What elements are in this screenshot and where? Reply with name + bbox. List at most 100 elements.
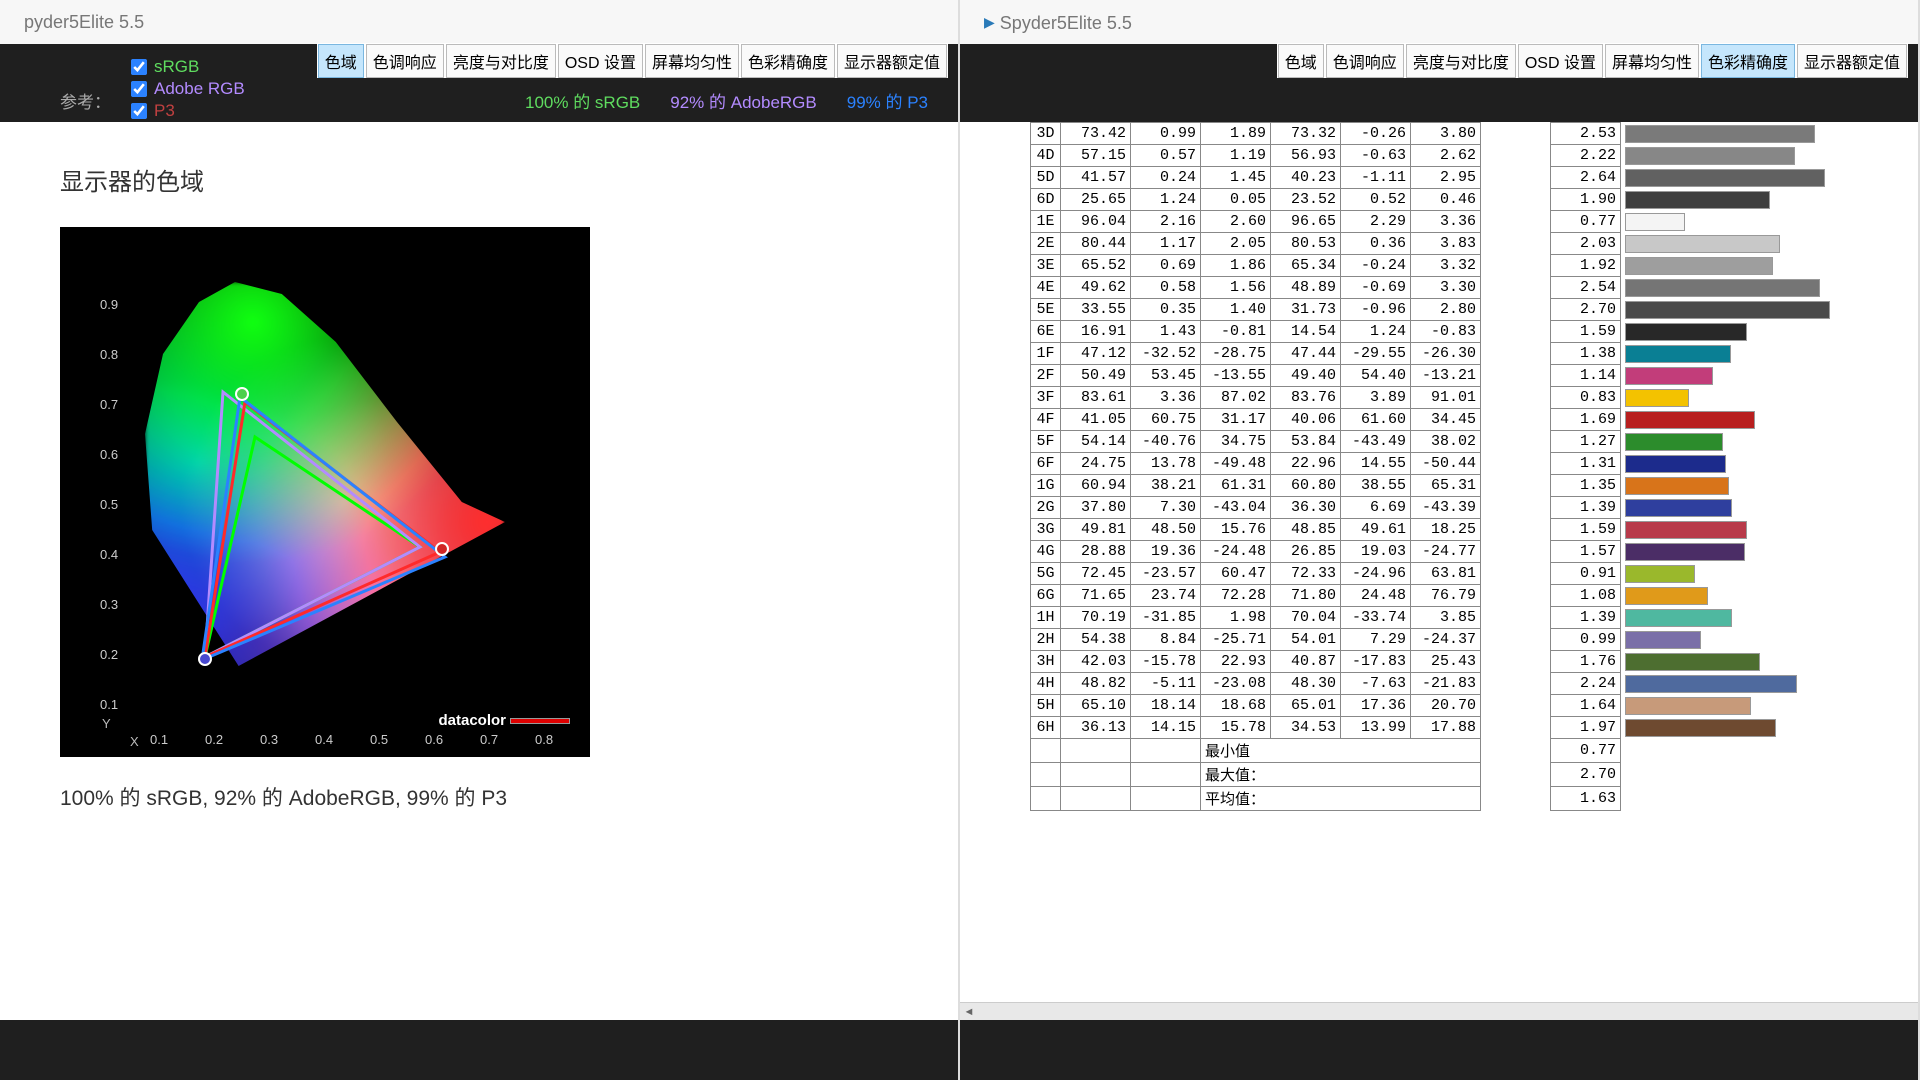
- ytick: 0.6: [100, 447, 118, 462]
- ytick: 0.7: [100, 397, 118, 412]
- coverage-g: 100% 的 sRGB: [525, 88, 640, 113]
- color-swatch: [1625, 543, 1745, 561]
- ytick: 0.4: [100, 547, 118, 562]
- ytick: 0.9: [100, 297, 118, 312]
- color-swatch: [1625, 367, 1713, 385]
- table-row: 2F 50.49 53.45-13.55 49.40 54.40-13.21 1…: [1031, 365, 1881, 387]
- tab-亮度与对比度[interactable]: 亮度与对比度: [1406, 44, 1516, 78]
- color-swatch: [1625, 565, 1695, 583]
- coverage-r: 99% 的 P3: [847, 88, 928, 113]
- ref-AdobeRGB[interactable]: Adobe RGB: [127, 78, 245, 100]
- gamut-section-title: 显示器的色域: [60, 162, 898, 197]
- ytick: 0.2: [100, 647, 118, 662]
- gamut-blue-vertex: [198, 652, 212, 666]
- tab-色彩精确度[interactable]: 色彩精确度: [741, 44, 835, 78]
- color-swatch: [1625, 323, 1747, 341]
- color-swatch: [1625, 521, 1747, 539]
- color-swatch: [1625, 345, 1731, 363]
- ref-P3[interactable]: P3: [127, 100, 245, 122]
- table-row: 3E 65.52 0.69 1.86 65.34-0.24 3.32 1.92: [1031, 255, 1881, 277]
- ytick: 0.8: [100, 347, 118, 362]
- reference-optionbar: 参考： sRGBAdobe RGBP3NTSC 100% 的 sRGB92% 的…: [0, 78, 958, 122]
- color-swatch: [1625, 125, 1815, 143]
- window-title-left: pyder5Elite 5.5: [0, 0, 958, 44]
- tab-屏幕均匀性[interactable]: 屏幕均匀性: [1605, 44, 1699, 78]
- summary-row: 最大值： 2.70: [1031, 763, 1881, 787]
- color-swatch: [1625, 477, 1729, 495]
- table-row: 6H 36.13 14.15 15.78 34.53 13.99 17.88 1…: [1031, 717, 1881, 739]
- table-row: 1E 96.04 2.16 2.60 96.65 2.29 3.36 0.77: [1031, 211, 1881, 233]
- color-accuracy-table: 3D 73.42 0.99 1.89 73.32-0.26 3.80 2.53 4…: [1030, 122, 1881, 811]
- table-row: 2G 37.80 7.30-43.04 36.30 6.69-43.39 1.3…: [1031, 497, 1881, 519]
- xtick: 0.7: [480, 732, 498, 747]
- color-swatch: [1625, 213, 1685, 231]
- color-swatch: [1625, 433, 1723, 451]
- color-swatch: [1625, 675, 1797, 693]
- tab-亮度与对比度[interactable]: 亮度与对比度: [446, 44, 556, 78]
- cie-chart: 0.10.20.30.40.50.60.70.80.9 0.10.20.30.4…: [60, 227, 590, 757]
- color-swatch: [1625, 301, 1830, 319]
- tab-色调响应[interactable]: 色调响应: [366, 44, 444, 78]
- table-row: 1H 70.19-31.85 1.98 70.04-33.74 3.85 1.3…: [1031, 607, 1881, 629]
- table-row: 6G 71.65 23.74 72.28 71.80 24.48 76.79 1…: [1031, 585, 1881, 607]
- table-row: 3D 73.42 0.99 1.89 73.32-0.26 3.80 2.53: [1031, 123, 1881, 145]
- table-row: 6E 16.91 1.43-0.81 14.54 1.24-0.83 1.59: [1031, 321, 1881, 343]
- color-swatch: [1625, 147, 1795, 165]
- table-row: 6F 24.75 13.78-49.48 22.96 14.55-50.44 1…: [1031, 453, 1881, 475]
- color-swatch: [1625, 235, 1780, 253]
- tab-OSD 设置[interactable]: OSD 设置: [558, 44, 643, 78]
- tab-色调响应[interactable]: 色调响应: [1326, 44, 1404, 78]
- ytick: 0.5: [100, 497, 118, 512]
- table-row: 5H 65.10 18.14 18.68 65.01 17.36 20.70 1…: [1031, 695, 1881, 717]
- ref-checkbox-AdobeRGB[interactable]: [131, 81, 147, 97]
- tab-显示器额定值[interactable]: 显示器额定值: [837, 44, 947, 78]
- ref-sRGB[interactable]: sRGB: [127, 56, 245, 78]
- toolbar-right-empty: [960, 78, 1918, 122]
- table-row: 4F 41.05 60.75 31.17 40.06 61.60 34.45 1…: [1031, 409, 1881, 431]
- gamut-green-vertex: [235, 387, 249, 401]
- tab-显示器额定值[interactable]: 显示器额定值: [1797, 44, 1907, 78]
- tab-色域[interactable]: 色域: [1278, 44, 1324, 78]
- table-row: 3G 49.81 48.50 15.76 48.85 49.61 18.25 1…: [1031, 519, 1881, 541]
- ref-label: 参考：: [60, 88, 111, 113]
- xtick: 0.6: [425, 732, 443, 747]
- table-row: 4E 49.62 0.58 1.56 48.89-0.69 3.30 2.54: [1031, 277, 1881, 299]
- table-row: 5G 72.45-23.57 60.47 72.33-24.96 63.81 0…: [1031, 563, 1881, 585]
- horizontal-scrollbar[interactable]: ◄: [960, 1002, 1918, 1020]
- tabbar-right: 色域色调响应亮度与对比度OSD 设置屏幕均匀性色彩精确度显示器额定值: [960, 44, 1918, 78]
- color-swatch: [1625, 609, 1732, 627]
- table-row: 2H 54.38 8.84-25.71 54.01 7.29-24.37 0.9…: [1031, 629, 1881, 651]
- window-title-right: ▶ Spyder5Elite 5.5: [960, 0, 1918, 44]
- color-swatch: [1625, 455, 1726, 473]
- ytick: 0.1: [100, 697, 118, 712]
- color-swatch: [1625, 411, 1755, 429]
- ref-checkbox-sRGB[interactable]: [131, 59, 147, 75]
- color-swatch: [1625, 631, 1701, 649]
- xtick: 0.4: [315, 732, 333, 747]
- ref-checkbox-P3[interactable]: [131, 103, 147, 119]
- xtick: 0.1: [150, 732, 168, 747]
- right-window: ▶ Spyder5Elite 5.5 色域色调响应亮度与对比度OSD 设置屏幕均…: [960, 0, 1920, 1080]
- footer-bar-left: [0, 1020, 958, 1080]
- color-swatch: [1625, 697, 1751, 715]
- color-swatch: [1625, 191, 1770, 209]
- color-swatch: [1625, 719, 1776, 737]
- scroll-left-icon[interactable]: ◄: [960, 1003, 978, 1021]
- table-row: 5D 41.57 0.24 1.45 40.23-1.11 2.95 2.64: [1031, 167, 1881, 189]
- gamut-red-vertex: [435, 542, 449, 556]
- color-swatch: [1625, 499, 1732, 517]
- tab-色彩精确度[interactable]: 色彩精确度: [1701, 44, 1795, 78]
- table-row: 5F 54.14-40.76 34.75 53.84-43.49 38.02 1…: [1031, 431, 1881, 453]
- color-swatch: [1625, 653, 1760, 671]
- tab-色域[interactable]: 色域: [318, 44, 364, 78]
- tab-屏幕均匀性[interactable]: 屏幕均匀性: [645, 44, 739, 78]
- color-swatch: [1625, 257, 1773, 275]
- color-swatch: [1625, 279, 1820, 297]
- xtick: 0.8: [535, 732, 553, 747]
- table-row: 4H 48.82-5.11-23.08 48.30-7.63-21.83 2.2…: [1031, 673, 1881, 695]
- table-row: 3H 42.03-15.78 22.93 40.87-17.83 25.43 1…: [1031, 651, 1881, 673]
- table-row: 3F 83.61 3.36 87.02 83.76 3.89 91.01 0.8…: [1031, 387, 1881, 409]
- xtick: 0.3: [260, 732, 278, 747]
- footer-bar-right: [960, 1020, 1918, 1080]
- tab-OSD 设置[interactable]: OSD 设置: [1518, 44, 1603, 78]
